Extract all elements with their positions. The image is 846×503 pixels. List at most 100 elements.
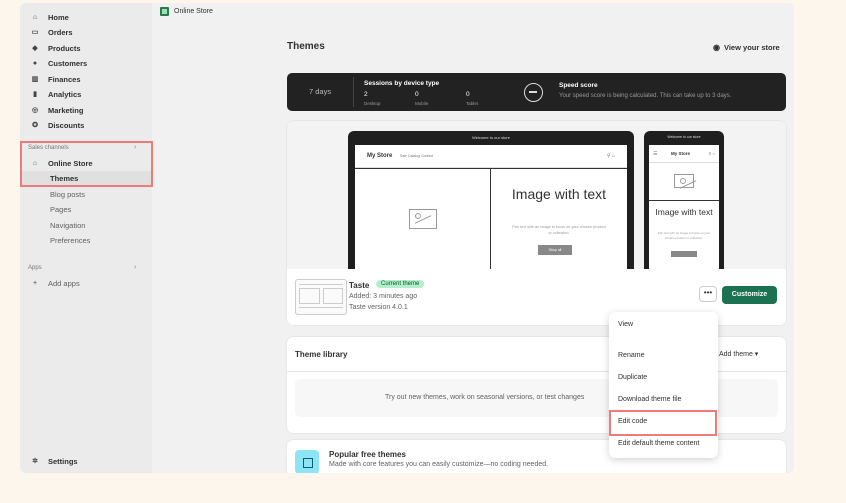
preview-shop-button: Shop all <box>538 245 572 255</box>
desktop-label: Desktop <box>364 101 381 106</box>
sidebar-item-label: Home <box>48 12 69 22</box>
preview-store-name: My Store <box>367 153 393 159</box>
breadcrumb-label: Online Store <box>174 8 213 15</box>
theme-library-title: Theme library <box>295 350 348 359</box>
plus-icon: + <box>32 279 38 287</box>
sidebar-item-preferences[interactable]: Preferences <box>50 236 90 245</box>
bank-icon: ▥ <box>31 76 39 83</box>
customize-button[interactable]: Customize <box>722 286 777 304</box>
sidebar-item-label: Settings <box>48 456 78 466</box>
sidebar-item-label: Marketing <box>48 105 84 115</box>
sidebar-item-products[interactable]: ◆ Products <box>30 41 81 55</box>
sidebar-item-label: Finances <box>48 74 81 84</box>
tablet-label: Tablet <box>466 101 479 106</box>
target-icon: ◎ <box>31 107 39 114</box>
sidebar: ⌂ Home ▭ Orders ◆ Products ● Customers ▥ Fina… <box>20 3 152 473</box>
current-theme-card: Welcome to our store My Store Sale Catal… <box>287 121 786 325</box>
add-theme-button[interactable]: Add theme ▾ <box>719 350 758 358</box>
sidebar-item-settings[interactable]: ✲ Settings <box>30 454 78 468</box>
more-actions-menu: View Rename Duplicate Download theme fil… <box>609 312 718 458</box>
top-bar: Online Store <box>152 3 794 23</box>
inbox-icon: ▭ <box>31 29 39 36</box>
theme-version: Taste version 4.0.1 <box>349 304 408 311</box>
announcement-bar: Welcome to our store <box>667 135 701 139</box>
chevron-right-icon[interactable]: › <box>134 264 136 271</box>
bar-chart-icon: ▮ <box>33 91 37 98</box>
add-apps-label: Add apps <box>48 278 80 288</box>
menu-item-duplicate[interactable]: Duplicate <box>618 374 647 381</box>
desktop-screen: My Store Sale Catalog Contact ⚲ ⌂ Image … <box>355 145 627 269</box>
preview-shop-button <box>671 251 697 257</box>
theme-preview[interactable]: Welcome to our store My Store Sale Catal… <box>287 121 786 269</box>
percent-icon: ✪ <box>32 122 38 129</box>
menu-icon: ☰ <box>653 151 658 157</box>
sidebar-item-orders[interactable]: ▭ Orders <box>30 25 73 39</box>
person-icon: ● <box>32 59 38 67</box>
preview-nav-icons: ⚲ ⌂ <box>606 153 615 159</box>
mobile-screen: ☰ My Store ⚲ ⌂ Image with text Pair text… <box>649 145 719 269</box>
preview-store-name: My Store <box>671 151 691 156</box>
preview-image-panel <box>649 163 719 201</box>
eye-icon: ◉ <box>713 43 720 52</box>
preview-heading: Image with text <box>511 186 607 202</box>
sidebar-item-discounts[interactable]: ✪ Discounts <box>30 118 84 132</box>
sidebar-item-marketing[interactable]: ◎ Marketing <box>30 103 84 117</box>
apps-heading: Apps <box>28 265 42 271</box>
sidebar-item-label: Customers <box>48 58 88 68</box>
menu-item-download-theme-file[interactable]: Download theme file <box>618 396 681 403</box>
menu-item-view[interactable]: View <box>618 321 633 328</box>
theme-added-time: Added: 3 minutes ago <box>349 293 418 300</box>
more-actions-button[interactable]: ••• <box>699 286 717 302</box>
sessions-title: Sessions by device type <box>364 80 440 87</box>
house-icon: ⌂ <box>32 13 38 21</box>
sidebar-item-label: Analytics <box>48 89 82 99</box>
sidebar-item-label: Discounts <box>48 120 85 130</box>
preview-body: Pair text with an image to focus on your… <box>512 225 606 235</box>
preview-nav-icons: ⚲ ⌂ <box>708 151 715 156</box>
speed-score-subtitle: Your speed score is being calculated. Th… <box>559 93 732 99</box>
announcement-bar: Welcome to our store <box>472 135 510 140</box>
preview-body: Pair text with an image to focus on your… <box>657 231 711 240</box>
add-apps-button[interactable]: + Add apps <box>30 276 80 290</box>
view-store-label: View your store <box>723 43 780 52</box>
sidebar-item-pages[interactable]: Pages <box>50 205 71 214</box>
period-label[interactable]: 7 days <box>309 87 331 96</box>
theme-store-icon <box>295 450 319 473</box>
divider <box>353 77 354 107</box>
sidebar-item-blog-posts[interactable]: Blog posts <box>50 190 85 199</box>
sidebar-item-label: Orders <box>48 27 73 37</box>
empty-library-text: Try out new themes, work on seasonal ver… <box>385 394 585 401</box>
preview-image-panel <box>355 168 491 269</box>
speed-score-gauge-icon <box>524 83 543 102</box>
mobile-label: Mobile <box>415 101 429 106</box>
page-title: Themes <box>287 41 325 52</box>
menu-item-rename[interactable]: Rename <box>618 352 644 359</box>
sidebar-item-label: Products <box>48 43 81 53</box>
shopify-logo-icon <box>160 7 169 16</box>
theme-name: Taste <box>349 281 370 290</box>
desktop-value: 2 <box>364 91 368 98</box>
preview-text-panel: Image with text Pair text with an image … <box>491 168 627 269</box>
speed-score-title: Speed score <box>559 82 598 89</box>
sidebar-item-customers[interactable]: ● Customers <box>30 56 87 70</box>
view-store-button[interactable]: ◉ View your store <box>713 43 780 52</box>
menu-item-edit-default-theme-content[interactable]: Edit default theme content <box>618 440 699 447</box>
sidebar-item-home[interactable]: ⌂ Home <box>30 10 69 24</box>
preview-nav-links: Sale Catalog Contact <box>400 154 434 158</box>
breadcrumb[interactable]: Online Store <box>160 7 213 16</box>
mobile-value: 0 <box>415 91 419 98</box>
theme-thumbnail <box>295 279 347 315</box>
speed-summary-bar: 7 days Sessions by device type 2 Desktop… <box>287 73 786 111</box>
sidebar-item-analytics[interactable]: ▮ Analytics <box>30 87 81 101</box>
sidebar-item-navigation[interactable]: Navigation <box>50 221 85 230</box>
tablet-value: 0 <box>466 91 470 98</box>
preview-heading: Image with text <box>655 207 713 217</box>
gear-icon: ✲ <box>32 458 38 465</box>
popular-themes-subtitle: Made with core features you can easily c… <box>329 461 549 468</box>
tag-icon: ◆ <box>32 45 38 52</box>
popular-themes-title: Popular free themes <box>329 450 406 459</box>
status-badge: Current theme <box>376 280 425 288</box>
sidebar-item-finances[interactable]: ▥ Finances <box>30 72 81 86</box>
highlight-box-edit-code <box>609 410 717 436</box>
highlight-box-online-store <box>20 141 153 187</box>
